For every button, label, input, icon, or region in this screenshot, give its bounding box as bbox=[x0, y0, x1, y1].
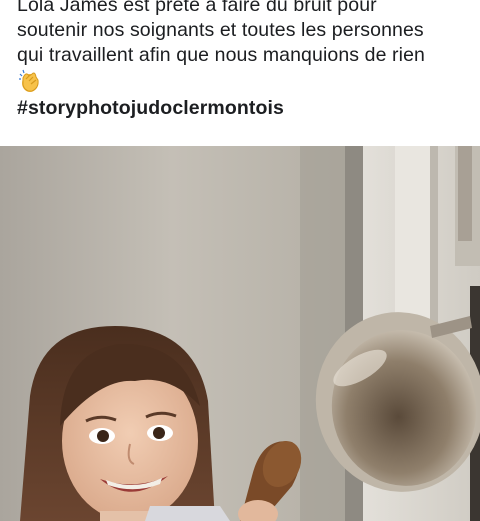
child-with-pan-and-wooden-spoon-photo bbox=[0, 146, 480, 521]
social-post: Lola James est prête à faire du bruit po… bbox=[0, 0, 480, 521]
post-text-line: Lola James est prête à faire du bruit po… bbox=[17, 0, 377, 16]
clapping-hands-icon bbox=[17, 68, 43, 94]
emoji-row bbox=[17, 68, 472, 95]
post-photo[interactable] bbox=[0, 146, 480, 521]
post-text-line: soutenir nos soignants et toutes les per… bbox=[17, 19, 424, 41]
hashtag-link[interactable]: #storyphotojudoclermontois bbox=[17, 96, 472, 121]
post-body: Lola James est prête à faire du bruit po… bbox=[17, 0, 472, 121]
post-text-line: qui travaillent afin que nous manquions … bbox=[17, 44, 425, 66]
